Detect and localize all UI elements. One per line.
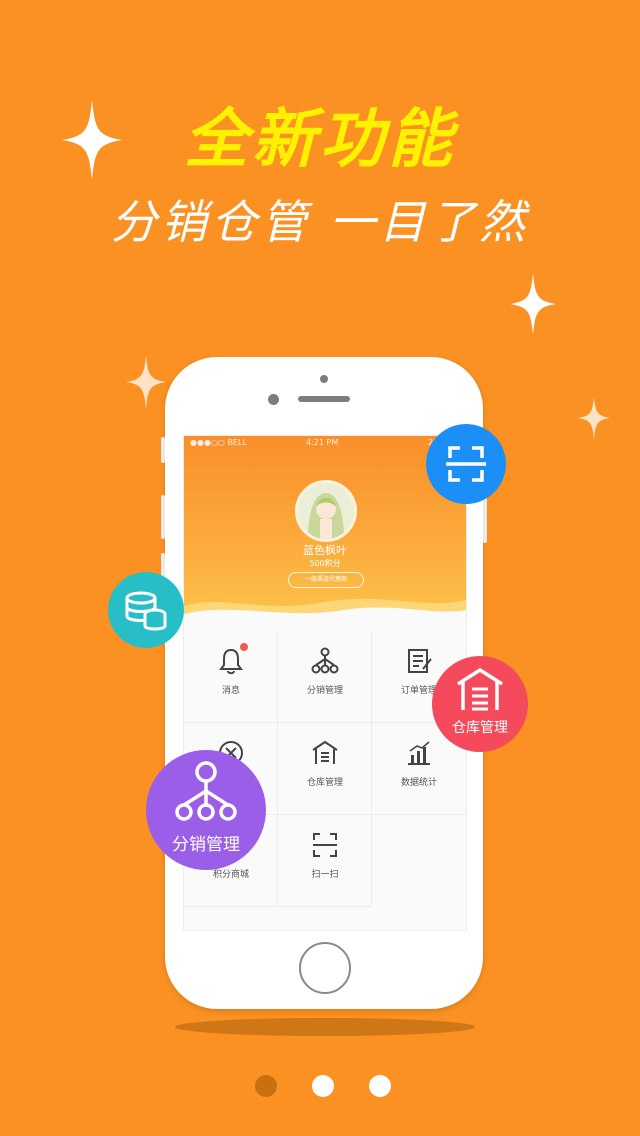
status-bar: ●●●○○ BELL 4:21 PM 22% xyxy=(184,438,466,452)
phone-volume-up xyxy=(161,495,165,539)
avatar[interactable] xyxy=(295,480,357,542)
avatar-portrait xyxy=(298,483,354,539)
database-bubble[interactable] xyxy=(108,572,184,648)
status-time: 4:21 PM xyxy=(306,438,339,447)
distribution-bubble-label: 分销管理 xyxy=(172,835,240,855)
profile-name: 蓝色枫叶 xyxy=(303,544,347,557)
page-indicator-2[interactable] xyxy=(312,1075,334,1097)
grid-item-warehouse[interactable]: 仓库管理 xyxy=(278,723,372,815)
grid-item-label: 消息 xyxy=(221,686,240,696)
phone-speaker xyxy=(298,396,350,402)
sparkle-icon xyxy=(510,273,556,335)
sparkle-icon xyxy=(126,355,166,409)
order-edit-icon xyxy=(408,649,432,673)
warehouse-icon xyxy=(312,740,338,764)
scan-icon xyxy=(313,833,337,857)
home-button[interactable] xyxy=(299,942,351,994)
bar-chart-icon xyxy=(408,741,430,765)
network-icon xyxy=(311,647,339,674)
warehouse-icon xyxy=(457,667,503,711)
profile-level-tag: 一级渠道代理商 xyxy=(288,572,364,588)
scan-bubble[interactable] xyxy=(426,424,506,504)
page-indicator-3[interactable] xyxy=(369,1075,391,1097)
grid-item-label: 数据统计 xyxy=(400,778,437,788)
scan-icon xyxy=(446,446,486,482)
grid-item-scan[interactable]: 扫一扫 xyxy=(278,815,372,907)
phone-shadow xyxy=(175,1018,475,1036)
subheadline: 分销仓管 一目了然 xyxy=(110,195,530,249)
carrier-text: ●●●○○ BELL xyxy=(190,438,247,447)
network-icon xyxy=(175,761,237,821)
page-indicator-1[interactable] xyxy=(255,1075,277,1097)
database-icon xyxy=(125,591,167,631)
warehouse-bubble[interactable]: 仓库管理 xyxy=(432,656,528,752)
profile-points: 500积分 xyxy=(309,559,341,568)
phone-mute-switch xyxy=(161,437,165,463)
notification-badge xyxy=(240,643,248,651)
phone-camera xyxy=(268,394,279,405)
grid-item-label: 扫一扫 xyxy=(311,870,339,880)
sparkle-icon xyxy=(62,100,122,180)
sparkle-icon xyxy=(578,396,610,440)
distribution-bubble[interactable]: 分销管理 xyxy=(146,750,266,870)
grid-item-distribution[interactable]: 分销管理 xyxy=(278,631,372,723)
header-wave xyxy=(184,598,466,628)
grid-item-label: 仓库管理 xyxy=(306,778,343,788)
grid-item-label: 分销管理 xyxy=(306,686,343,696)
warehouse-bubble-label: 仓库管理 xyxy=(452,720,508,736)
phone-sensor xyxy=(320,375,328,383)
grid-item-messages[interactable]: 消息 xyxy=(184,631,278,723)
